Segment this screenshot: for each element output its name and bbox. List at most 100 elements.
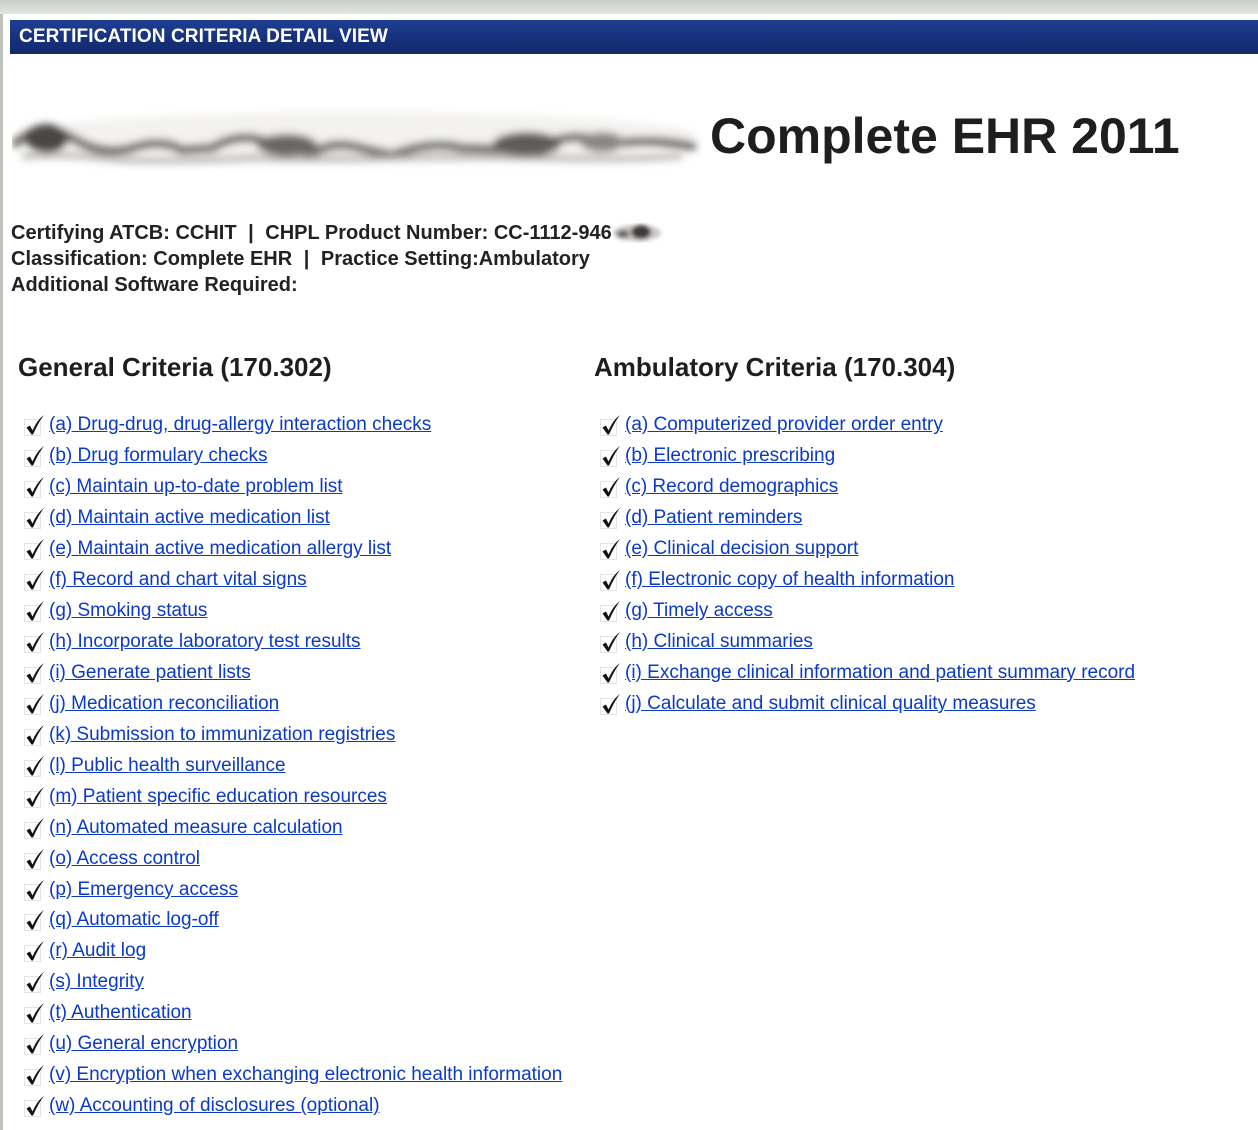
ambulatory-criteria-list: (a) Computerized provider order entry (b)…: [600, 410, 1135, 719]
criteria-link[interactable]: (c) Record demographics: [625, 475, 838, 499]
criteria-link[interactable]: (a) Drug-drug, drug-allergy interaction …: [49, 413, 431, 437]
certification-info: Certifying ATCB: CCHIT | CHPL Product Nu…: [11, 220, 665, 298]
checkmark-icon: [24, 693, 44, 715]
criteria-link[interactable]: (b) Electronic prescribing: [625, 444, 835, 468]
criteria-link[interactable]: (j) Medication reconciliation: [49, 692, 279, 716]
criteria-item: (e) Maintain active medication allergy l…: [24, 534, 562, 565]
criteria-link[interactable]: (e) Maintain active medication allergy l…: [49, 537, 391, 561]
criteria-link[interactable]: (d) Patient reminders: [625, 506, 802, 530]
ambulatory-criteria-title: Ambulatory Criteria (170.304): [594, 352, 956, 382]
criteria-link[interactable]: (h) Incorporate laboratory test results: [49, 630, 361, 654]
criteria-link[interactable]: (v) Encryption when exchanging electroni…: [49, 1063, 562, 1087]
criteria-link[interactable]: (j) Calculate and submit clinical qualit…: [625, 692, 1036, 716]
criteria-link[interactable]: (q) Automatic log-off: [49, 908, 219, 932]
atcb-label: Certifying ATCB:: [11, 222, 170, 244]
criteria-item: (m) Patient specific education resources: [24, 781, 562, 812]
criteria-link[interactable]: (i) Generate patient lists: [49, 661, 251, 685]
criteria-item: (v) Encryption when exchanging electroni…: [24, 1060, 562, 1091]
checkmark-icon: [600, 632, 620, 654]
checkmark-icon: [600, 539, 620, 561]
redacted-product-name: [12, 112, 697, 164]
checkmark-icon: [24, 755, 44, 777]
checkmark-icon: [24, 910, 44, 932]
criteria-item: (s) Integrity: [24, 967, 562, 998]
criteria-link[interactable]: (u) General encryption: [49, 1032, 238, 1056]
criteria-link[interactable]: (d) Maintain active medication list: [49, 506, 330, 530]
criteria-link[interactable]: (l) Public health surveillance: [49, 754, 286, 778]
criteria-item: (c) Maintain up-to-date problem list: [24, 472, 562, 503]
checkmark-icon: [24, 415, 44, 437]
section-header-bar: CERTIFICATION CRITERIA DETAIL VIEW: [10, 20, 1258, 54]
criteria-item: (e) Clinical decision support: [600, 534, 1135, 565]
criteria-link[interactable]: (i) Exchange clinical information and pa…: [625, 661, 1135, 685]
criteria-item: (i) Exchange clinical information and pa…: [600, 658, 1135, 689]
criteria-link[interactable]: (e) Clinical decision support: [625, 537, 858, 561]
criteria-link[interactable]: (f) Electronic copy of health informatio…: [625, 568, 955, 592]
criteria-item: (b) Drug formulary checks: [24, 441, 562, 472]
checkmark-icon: [24, 817, 44, 839]
window-frame-top: [0, 0, 1258, 14]
criteria-item: (d) Patient reminders: [600, 503, 1135, 534]
checkmark-icon: [24, 1003, 44, 1025]
criteria-link[interactable]: (t) Authentication: [49, 1001, 192, 1025]
checkmark-icon: [24, 1065, 44, 1087]
criteria-item: (h) Clinical summaries: [600, 627, 1135, 658]
info-row-2: Classification: Complete EHR | Practice …: [11, 246, 665, 272]
checkmark-icon: [24, 848, 44, 870]
checkmark-icon: [24, 508, 44, 530]
criteria-link[interactable]: (c) Maintain up-to-date problem list: [49, 475, 343, 499]
checkmark-icon: [600, 508, 620, 530]
checkmark-icon: [24, 786, 44, 808]
separator: |: [303, 248, 310, 270]
checkmark-icon: [600, 446, 620, 468]
checkmark-icon: [24, 477, 44, 499]
criteria-item: (w) Accounting of disclosures (optional): [24, 1091, 562, 1122]
criteria-item: (k) Submission to immunization registrie…: [24, 719, 562, 750]
classification-label: Classification:: [11, 248, 148, 270]
atcb-value: CCHIT: [175, 222, 237, 244]
criteria-link[interactable]: (w) Accounting of disclosures (optional): [49, 1094, 380, 1118]
checkmark-icon: [24, 662, 44, 684]
practice-setting-value: Ambulatory: [478, 248, 590, 270]
criteria-item: (r) Audit log: [24, 936, 562, 967]
criteria-item: (f) Record and chart vital signs: [24, 565, 562, 596]
product-title: Complete EHR 2011: [710, 108, 1180, 164]
redacted-number-suffix: [613, 225, 662, 241]
checkmark-icon: [24, 1096, 44, 1118]
chpl-label: CHPL Product Number:: [265, 222, 489, 244]
checkmark-icon: [24, 724, 44, 746]
criteria-item: (l) Public health surveillance: [24, 750, 562, 781]
criteria-item: (u) General encryption: [24, 1029, 562, 1060]
checkmark-icon: [24, 539, 44, 561]
general-criteria-list: (a) Drug-drug, drug-allergy interaction …: [24, 410, 562, 1122]
criteria-link[interactable]: (s) Integrity: [49, 970, 144, 994]
criteria-item: (p) Emergency access: [24, 874, 562, 905]
general-criteria-title: General Criteria (170.302): [18, 352, 332, 382]
criteria-item: (t) Authentication: [24, 998, 562, 1029]
criteria-link[interactable]: (m) Patient specific education resources: [49, 785, 387, 809]
criteria-item: (q) Automatic log-off: [24, 905, 562, 936]
additional-software-label: Additional Software Required:: [11, 274, 298, 296]
criteria-link[interactable]: (h) Clinical summaries: [625, 630, 813, 654]
checkmark-icon: [600, 693, 620, 715]
criteria-link[interactable]: (k) Submission to immunization registrie…: [49, 723, 395, 747]
criteria-link[interactable]: (g) Smoking status: [49, 599, 207, 623]
criteria-link[interactable]: (p) Emergency access: [49, 878, 238, 902]
criteria-link[interactable]: (o) Access control: [49, 847, 200, 871]
criteria-link[interactable]: (b) Drug formulary checks: [49, 444, 268, 468]
checkmark-icon: [24, 879, 44, 901]
criteria-link[interactable]: (n) Automated measure calculation: [49, 816, 343, 840]
criteria-item: (g) Smoking status: [24, 596, 562, 627]
criteria-link[interactable]: (a) Computerized provider order entry: [625, 413, 943, 437]
criteria-item: (a) Computerized provider order entry: [600, 410, 1135, 441]
criteria-link[interactable]: (r) Audit log: [49, 939, 146, 963]
criteria-item: (j) Medication reconciliation: [24, 688, 562, 719]
checkmark-icon: [600, 570, 620, 592]
criteria-link[interactable]: (g) Timely access: [625, 599, 773, 623]
criteria-item: (f) Electronic copy of health informatio…: [600, 565, 1135, 596]
chpl-value: CC-1112-946: [493, 222, 612, 244]
criteria-item: (j) Calculate and submit clinical qualit…: [600, 688, 1135, 719]
criteria-item: (c) Record demographics: [600, 472, 1135, 503]
checkmark-icon: [600, 415, 620, 437]
criteria-link[interactable]: (f) Record and chart vital signs: [49, 568, 307, 592]
